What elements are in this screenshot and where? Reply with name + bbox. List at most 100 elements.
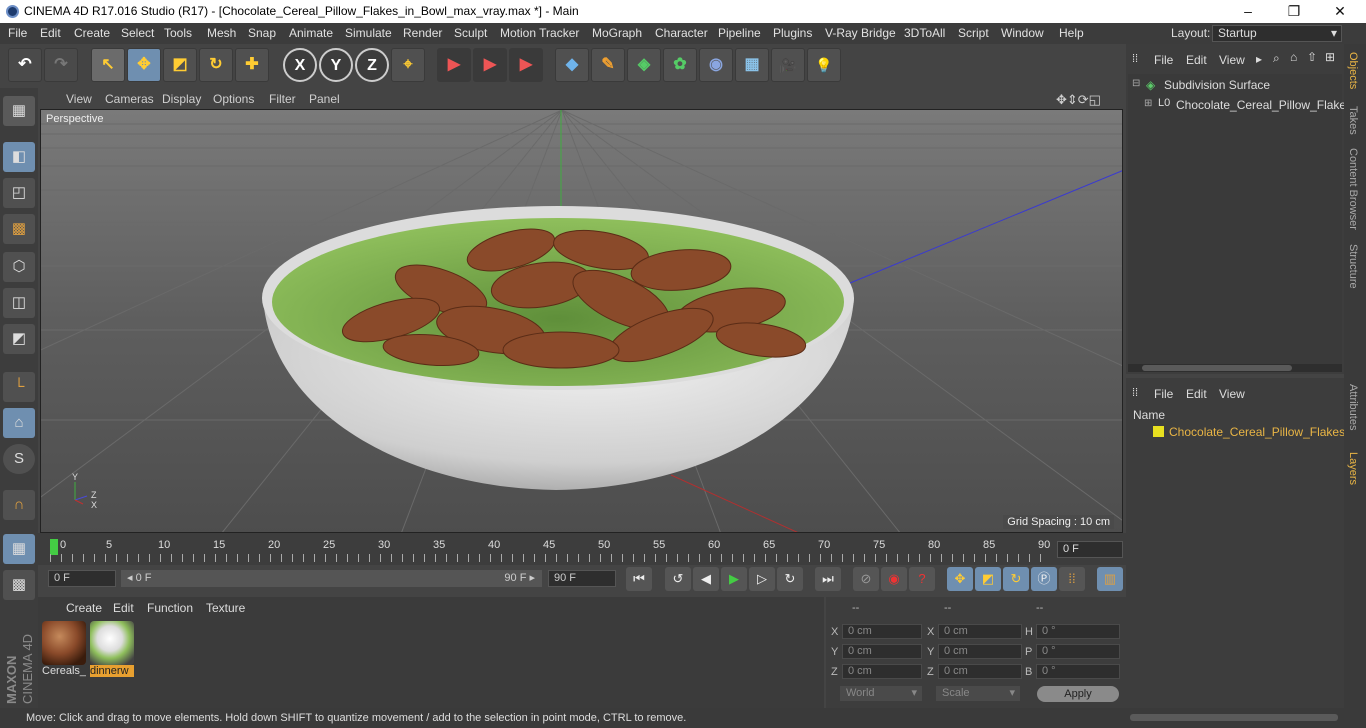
rotation-b-field[interactable]: 0 °: [1036, 664, 1120, 679]
viewport-menu-view[interactable]: View: [66, 92, 92, 106]
viewport-menu-cameras[interactable]: Cameras: [105, 92, 154, 106]
render-picture-viewer-button[interactable]: ▶: [473, 48, 507, 82]
material-menu-function[interactable]: Function: [147, 601, 193, 615]
layer-menu-view[interactable]: View: [1219, 387, 1245, 401]
minimize-button[interactable]: –: [1225, 0, 1271, 23]
start-frame-field[interactable]: 0 F: [48, 570, 116, 587]
object-menu-edit[interactable]: Edit: [1186, 53, 1207, 67]
material-menu-create[interactable]: Create: [66, 601, 102, 615]
cube-icon[interactable]: ◆: [555, 48, 589, 82]
apply-button[interactable]: Apply: [1037, 686, 1119, 702]
collapse-icon[interactable]: ⊟: [1132, 78, 1140, 89]
play-icon[interactable]: ▶: [721, 567, 747, 591]
subdivision-surface-icon[interactable]: ◈: [627, 48, 661, 82]
polygons-mode-icon[interactable]: ◩: [3, 324, 35, 354]
rotate-tool-button[interactable]: ↻: [199, 48, 233, 82]
previous-key-icon[interactable]: ↺: [665, 567, 691, 591]
tab-attributes[interactable]: Attributes: [1347, 384, 1359, 430]
menu-script[interactable]: Script: [958, 26, 989, 40]
x-axis-lock-button[interactable]: X: [283, 48, 317, 82]
menu-mesh[interactable]: Mesh: [207, 26, 236, 40]
undo-button[interactable]: ↶: [8, 48, 42, 82]
move-tool-button[interactable]: ✥: [127, 48, 161, 82]
light-icon[interactable]: 💡: [807, 48, 841, 82]
up-icon[interactable]: ⇧: [1307, 50, 1317, 64]
menu-edit[interactable]: Edit: [40, 26, 61, 40]
model-mode-icon[interactable]: ◧: [3, 142, 35, 172]
layer-row[interactable]: Chocolate_Cereal_Pillow_Flakes_in: [1136, 423, 1361, 441]
keyframe-selection-icon[interactable]: ?: [909, 567, 935, 591]
menu-motion-tracker[interactable]: Motion Tracker: [500, 26, 579, 40]
menu-window[interactable]: Window: [1001, 26, 1044, 40]
size-y-field[interactable]: 0 cm: [938, 644, 1022, 659]
menu-plugins[interactable]: Plugins: [773, 26, 812, 40]
menu-render[interactable]: Render: [403, 26, 442, 40]
object-menu-view[interactable]: View: [1219, 53, 1245, 67]
tab-content-browser[interactable]: Content Browser: [1347, 148, 1359, 230]
key-rotation-icon[interactable]: ↻: [1003, 567, 1029, 591]
key-pla-icon[interactable]: ⁞⁞: [1059, 567, 1085, 591]
tab-objects[interactable]: Objects: [1347, 52, 1359, 89]
z-axis-lock-button[interactable]: Z: [355, 48, 389, 82]
menu-select[interactable]: Select: [121, 26, 154, 40]
y-axis-lock-button[interactable]: Y: [319, 48, 353, 82]
points-mode-icon[interactable]: ⬡: [3, 252, 35, 282]
timeline-window-icon[interactable]: ▥: [1097, 567, 1123, 591]
horizontal-scrollbar[interactable]: [1130, 714, 1338, 721]
material-swatch-cereals[interactable]: Cereals_: [42, 621, 86, 677]
tweak-mode-icon[interactable]: ⌂: [3, 408, 35, 438]
position-x-field[interactable]: 0 cm: [842, 624, 922, 639]
object-menu-file[interactable]: File: [1154, 53, 1173, 67]
previous-frame-icon[interactable]: ◀: [693, 567, 719, 591]
viewport-navigation-icons[interactable]: ✥⇕⟳◱: [1056, 92, 1101, 108]
viewport-menu-options[interactable]: Options: [213, 92, 254, 106]
texture-mode-icon[interactable]: ◰: [3, 178, 35, 208]
arrow-right-icon[interactable]: ▸: [1256, 52, 1262, 66]
material-swatch-dinnerware[interactable]: dinnerw: [90, 621, 134, 677]
new-view-icon[interactable]: ⊞: [1325, 50, 1335, 64]
coordinate-system-button[interactable]: ⌖: [391, 48, 425, 82]
go-to-end-icon[interactable]: ⏭: [815, 567, 841, 591]
close-button[interactable]: ✕: [1317, 0, 1363, 23]
coordinate-space-dropdown[interactable]: World ▾: [840, 686, 922, 701]
object-row-cereal-mesh[interactable]: ⊞ L0 Chocolate_Cereal_Pillow_Flakes_: [1144, 96, 1359, 114]
camera-icon[interactable]: 🎥: [771, 48, 805, 82]
cloner-icon[interactable]: ✿: [663, 48, 697, 82]
auto-key-icon[interactable]: ◉: [881, 567, 907, 591]
size-z-field[interactable]: 0 cm: [938, 664, 1022, 679]
select-tool-button[interactable]: ↖: [91, 48, 125, 82]
timeline-ruler[interactable]: 0 5 10 15 20 25 30 35 40 45 50 55 60 65 …: [50, 537, 1050, 565]
scale-tool-button[interactable]: ◩: [163, 48, 197, 82]
make-editable-icon[interactable]: ▦: [3, 96, 35, 126]
menu-3dtoall[interactable]: 3DToAll: [904, 26, 945, 40]
object-row-subdivision-surface[interactable]: ⊟ ◈ Subdivision Surface: [1132, 76, 1342, 94]
material-menu-edit[interactable]: Edit: [113, 601, 134, 615]
frame-range-slider[interactable]: ◂ 0 F 90 F ▸: [121, 570, 542, 587]
viewport-menu-panel[interactable]: Panel: [309, 92, 340, 106]
edges-mode-icon[interactable]: ◫: [3, 288, 35, 318]
menu-simulate[interactable]: Simulate: [345, 26, 392, 40]
perspective-viewport[interactable]: Perspective Grid Spacing : 10 cm Y Z X: [40, 109, 1123, 533]
axis-mode-icon[interactable]: └: [3, 372, 35, 402]
menu-pipeline[interactable]: Pipeline: [718, 26, 761, 40]
key-parameter-icon[interactable]: Ⓟ: [1031, 567, 1057, 591]
key-scale-icon[interactable]: ◩: [975, 567, 1001, 591]
render-view-button[interactable]: ▶: [437, 48, 471, 82]
size-mode-dropdown[interactable]: Scale ▾: [936, 686, 1020, 701]
menu-file[interactable]: File: [8, 26, 27, 40]
tab-layers[interactable]: Layers: [1347, 452, 1359, 485]
position-z-field[interactable]: 0 cm: [842, 664, 922, 679]
menu-snap[interactable]: Snap: [248, 26, 276, 40]
go-to-start-icon[interactable]: ⏮: [626, 567, 652, 591]
record-keys-icon[interactable]: ⊘: [853, 567, 879, 591]
deformer-icon[interactable]: ◉: [699, 48, 733, 82]
tab-structure[interactable]: Structure: [1347, 244, 1359, 289]
transform-tool-button[interactable]: ✚: [235, 48, 269, 82]
playhead[interactable]: [50, 539, 58, 555]
layer-menu-edit[interactable]: Edit: [1186, 387, 1207, 401]
menu-help[interactable]: Help: [1059, 26, 1084, 40]
tab-takes[interactable]: Takes: [1347, 106, 1359, 135]
end-frame-field[interactable]: 90 F: [548, 570, 616, 587]
workplane-lock-icon[interactable]: ▦: [3, 534, 35, 564]
menu-create[interactable]: Create: [74, 26, 110, 40]
